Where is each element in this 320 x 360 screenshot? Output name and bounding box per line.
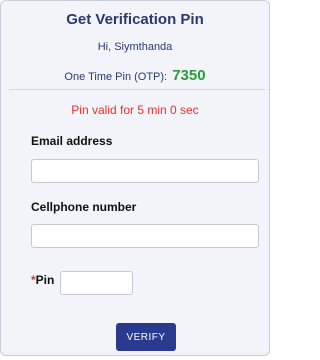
otp-value: 7350 [172, 67, 206, 84]
divider [9, 89, 265, 90]
otp-label: One Time Pin (OTP): [64, 71, 168, 83]
pin-validity-text: Pin valid for 5 min 0 sec [71, 103, 199, 117]
cellphone-field[interactable] [31, 224, 259, 248]
greeting-text: Hi, Siymthanda [97, 41, 173, 53]
otp-line: One Time Pin (OTP): 7350 [1, 67, 269, 84]
verify-button[interactable]: VERIFY [116, 323, 176, 351]
pin-field[interactable] [60, 271, 133, 295]
verification-card: Get Verification Pin Hi, Siymthanda One … [0, 0, 270, 356]
pin-label: Pin [35, 273, 55, 287]
email-label: Email address [31, 134, 113, 148]
pin-label-row: *Pin [31, 271, 54, 295]
email-field[interactable] [31, 159, 259, 183]
page-title: Get Verification Pin [66, 11, 204, 28]
cellphone-label: Cellphone number [31, 200, 137, 214]
